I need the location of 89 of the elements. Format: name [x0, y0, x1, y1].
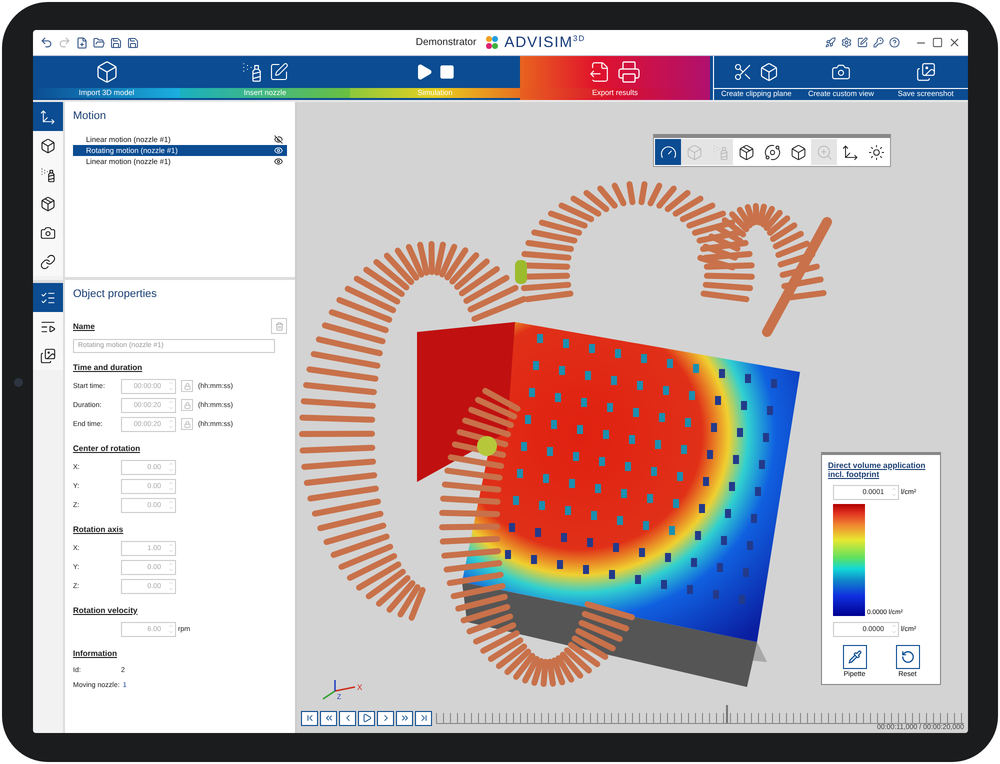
last-button[interactable] — [415, 710, 432, 726]
edit-icon — [857, 37, 868, 48]
play-icon — [362, 713, 372, 723]
app-logo-text: ADVISIM$^{3D}$ — [504, 34, 586, 51]
camera-dot-icon — [14, 378, 23, 387]
fast-forward-button[interactable] — [396, 710, 413, 726]
orbit-icon — [764, 144, 780, 160]
sidebar-tab[interactable] — [33, 247, 63, 276]
panel-title: Motion — [73, 110, 108, 122]
save-button[interactable] — [109, 36, 123, 48]
folder-icon — [93, 36, 105, 48]
gauge-icon — [660, 144, 676, 160]
timeline-track[interactable] — [436, 705, 964, 724]
camera-icon — [40, 224, 56, 240]
cube-icon — [759, 62, 780, 82]
section-heading: Rotation axis — [73, 524, 124, 534]
sidebar-tab[interactable] — [33, 283, 63, 312]
edit-button[interactable] — [856, 37, 869, 48]
last-icon — [418, 713, 428, 723]
cube-icon — [40, 196, 56, 212]
cube-icon — [738, 144, 754, 160]
printer-icon — [617, 60, 641, 84]
undo-icon — [40, 36, 53, 49]
forward-button[interactable] — [377, 710, 394, 726]
link-icon — [40, 254, 56, 270]
fast-forward-icon — [400, 713, 410, 723]
undo-button[interactable] — [39, 36, 54, 49]
maximize-button[interactable] — [931, 37, 944, 48]
pipette-icon — [848, 650, 862, 664]
lock-icon — [184, 382, 190, 390]
settings-icon — [841, 37, 852, 48]
redo-icon — [58, 36, 71, 49]
sidebar-tab[interactable] — [33, 102, 63, 131]
key-icon — [873, 37, 884, 48]
rocket-button[interactable] — [824, 37, 837, 48]
edit-icon — [269, 62, 289, 82]
legend-title: Direct volume application incl. footprint — [828, 461, 926, 479]
trash-icon — [274, 322, 284, 330]
nozzle-icon — [241, 61, 263, 83]
play-icon — [415, 63, 433, 81]
first-icon — [304, 713, 314, 723]
cube-icon — [40, 138, 56, 154]
axes-icon — [842, 144, 858, 160]
key-button[interactable] — [872, 37, 885, 48]
sidebar-tab[interactable] — [33, 341, 63, 370]
logo-icon — [484, 34, 500, 50]
cube-icon — [686, 144, 702, 160]
rewind-button[interactable] — [320, 710, 337, 726]
save-as-button[interactable] — [126, 36, 140, 48]
section-heading: Center of rotation — [73, 444, 142, 452]
sidebar-tab[interactable] — [33, 312, 63, 341]
back-button[interactable] — [339, 710, 356, 726]
sidebar-tab[interactable] — [33, 131, 63, 160]
zoom-icon — [816, 144, 832, 160]
fast-back-icon — [324, 713, 334, 723]
light-icon — [868, 144, 884, 160]
panel-title: Object properties — [73, 288, 158, 300]
results-icon — [40, 348, 56, 364]
view-tool-button[interactable] — [655, 139, 681, 165]
camera-add-icon — [831, 62, 851, 82]
section-heading: Rotation velocity — [73, 606, 138, 614]
new-file-button[interactable] — [75, 36, 89, 48]
maximize-icon — [932, 37, 943, 48]
lock-icon — [184, 420, 190, 428]
cube-icon — [94, 60, 118, 84]
reset-icon — [900, 650, 914, 664]
play-button[interactable] — [358, 710, 375, 726]
timeline-marker[interactable] — [726, 705, 728, 723]
export-icon — [589, 61, 611, 83]
lock-icon — [184, 402, 190, 408]
settings-button[interactable] — [840, 37, 853, 48]
save-icon — [127, 36, 139, 48]
section-heading: Name — [73, 322, 95, 331]
save-icon — [110, 36, 122, 48]
window-title: Demonstrator — [416, 37, 476, 48]
help-icon — [889, 37, 900, 48]
close-icon — [948, 36, 961, 49]
help-button[interactable] — [888, 37, 901, 48]
motion-icon — [40, 108, 56, 124]
wireframe-cube-icon — [790, 144, 806, 160]
new-file-icon — [76, 36, 88, 48]
stop-icon — [439, 64, 455, 80]
first-button[interactable] — [301, 710, 318, 726]
open-folder-button[interactable] — [92, 36, 106, 48]
eye-crossed-icon[interactable] — [274, 135, 283, 144]
rocket-icon — [825, 37, 836, 48]
section-heading: Time and duration — [73, 362, 144, 372]
section-heading: Information — [73, 648, 118, 658]
eye-icon[interactable] — [274, 157, 283, 166]
